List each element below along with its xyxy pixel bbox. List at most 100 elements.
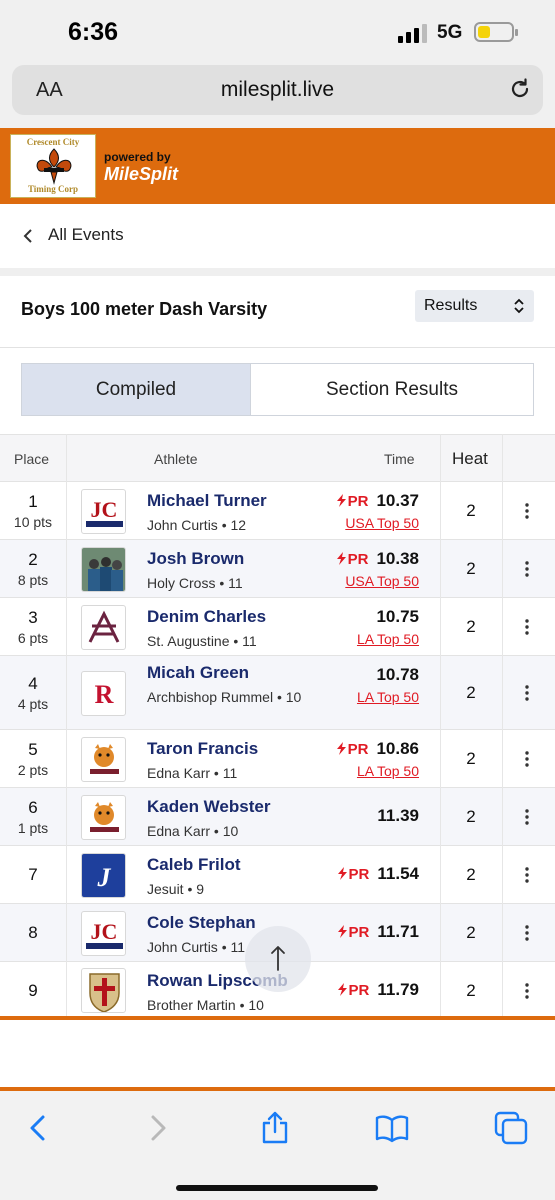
kebab-icon[interactable] [520,924,534,942]
event-title: Boys 100 meter Dash Varsity [21,299,268,319]
all-events-link[interactable]: All Events [0,204,555,268]
team-points: 6 pts [17,630,49,646]
ranking-link[interactable]: LA Top 50 [357,763,419,779]
ranking-link[interactable]: USA Top 50 [345,573,419,589]
kebab-icon[interactable] [520,502,534,520]
powered-by-label: powered by [104,150,171,164]
network-type: 5G [437,22,463,43]
kebab-icon[interactable] [520,982,534,1000]
team-points: 1 pts [17,820,49,836]
school-logo[interactable]: JC [81,488,126,534]
share-icon[interactable] [258,1111,292,1145]
table-bottom-border [0,1016,555,1020]
divider [0,347,555,348]
result-time: 10.38 [376,549,419,568]
school-logo[interactable]: J [81,852,126,898]
header-time[interactable]: Time [384,451,415,467]
results-tabs: Compiled Section Results [21,363,534,416]
result-time: 10.78 [376,665,419,684]
athlete-name-link[interactable]: Michael Turner [147,491,267,511]
safari-forward-icon[interactable] [140,1111,174,1145]
table-row[interactable]: 7 J Caleb Frilot Jesuit • 9 PR 11.54 2 [0,846,555,904]
header-athlete[interactable]: Athlete [154,451,198,467]
result-time: 11.79 [377,979,419,999]
kebab-icon[interactable] [520,618,534,636]
school-logo[interactable]: JC [81,910,126,956]
place-cell: 2 8 pts [0,550,66,588]
kebab-icon[interactable] [520,560,534,578]
heat-number: 2 [466,865,476,884]
athlete-name-link[interactable]: Denim Charles [147,607,266,627]
kebab-icon[interactable] [520,750,534,768]
school-logo[interactable]: R [81,670,126,716]
athlete-school-grade: Edna Karr • 10 [147,823,239,839]
kebab-icon[interactable] [520,866,534,884]
logo-text-bottom: Timing Corp [27,184,79,194]
battery-icon [474,22,518,42]
scroll-top-icon [271,946,285,971]
time-cell: PR 11.79 [337,979,419,1000]
pr-badge: PR [336,493,369,510]
scroll-to-top-button[interactable] [245,926,311,992]
url-text[interactable]: milesplit.live [12,78,543,102]
time-cell: 10.78 [376,665,419,685]
reload-icon[interactable] [507,76,533,102]
table-row[interactable]: 5 2 pts Taron Francis Edna Karr • 11 PR 1… [0,730,555,788]
logo-text-top: Crescent City [26,137,80,147]
tabs-icon[interactable] [494,1111,528,1145]
athlete-name-link[interactable]: Taron Francis [147,739,258,759]
place-cell: 3 6 pts [0,608,66,646]
kebab-icon[interactable] [520,684,534,702]
team-points: 8 pts [17,572,49,588]
signal-icon [398,24,427,43]
home-indicator [176,1185,378,1191]
lightning-icon [336,552,346,565]
heat-number: 2 [466,980,476,1000]
header-place[interactable]: Place [14,451,49,467]
result-time: 10.37 [376,491,419,510]
lightning-icon [337,925,347,938]
school-logo[interactable] [81,968,126,1013]
pr-label: PR [347,493,369,510]
school-logo[interactable] [81,604,126,650]
table-row[interactable]: 3 6 pts Denim Charles St. Augustine • 11… [0,598,555,656]
table-row[interactable]: 6 1 pts Kaden Webster Edna Karr • 10 11.… [0,788,555,846]
url-bar[interactable]: AA milesplit.live [12,65,543,115]
status-bar: 6:36 5G [0,0,555,58]
athlete-school-grade: John Curtis • 12 [147,517,247,533]
table-row[interactable]: 2 8 pts Josh Brown Holy Cross • 11 PR 10.… [0,540,555,598]
ranking-link[interactable]: LA Top 50 [357,689,419,705]
lightning-icon [337,982,347,996]
ranking-link[interactable]: LA Top 50 [357,631,419,647]
athlete-name-link[interactable]: Caleb Frilot [147,855,241,875]
athlete-name-link[interactable]: Micah Green [147,663,249,683]
safari-back-icon[interactable] [22,1111,56,1145]
crescent-city-logo[interactable]: Crescent City Timing Corp [10,134,96,198]
pr-badge: PR [337,982,369,999]
school-logo[interactable] [81,546,126,592]
place-cell: 8 [0,923,66,943]
ranking-link[interactable]: USA Top 50 [345,515,419,531]
view-select[interactable]: Results [415,290,534,322]
header-heat[interactable]: Heat [452,449,488,469]
result-time: 11.39 [377,806,419,825]
athlete-name-link[interactable]: Kaden Webster [147,797,270,817]
section-divider [0,268,555,276]
kebab-icon[interactable] [520,808,534,826]
table-row[interactable]: 1 10 pts JC Michael Turner John Curtis •… [0,482,555,540]
browser-toolbar [0,1091,555,1200]
athlete-name-link[interactable]: Josh Brown [147,549,244,569]
jesuit-logo: J [82,853,125,897]
heat-number: 2 [466,559,476,578]
tab-compiled[interactable]: Compiled [22,364,251,415]
tab-section-results[interactable]: Section Results [251,364,533,415]
school-logo[interactable] [81,736,126,782]
athlete-school-grade: Jesuit • 9 [147,881,205,897]
bookmarks-icon[interactable] [375,1111,409,1145]
school-logo[interactable] [81,794,126,840]
table-row[interactable]: 4 4 pts R Micah Green Archbishop Rummel … [0,656,555,730]
team-points: 10 pts [13,514,53,530]
athlete-name-link[interactable]: Cole Stephan [147,913,256,933]
milesplit-logo[interactable]: MileSplit [104,164,178,185]
team-points: 4 pts [17,696,49,712]
